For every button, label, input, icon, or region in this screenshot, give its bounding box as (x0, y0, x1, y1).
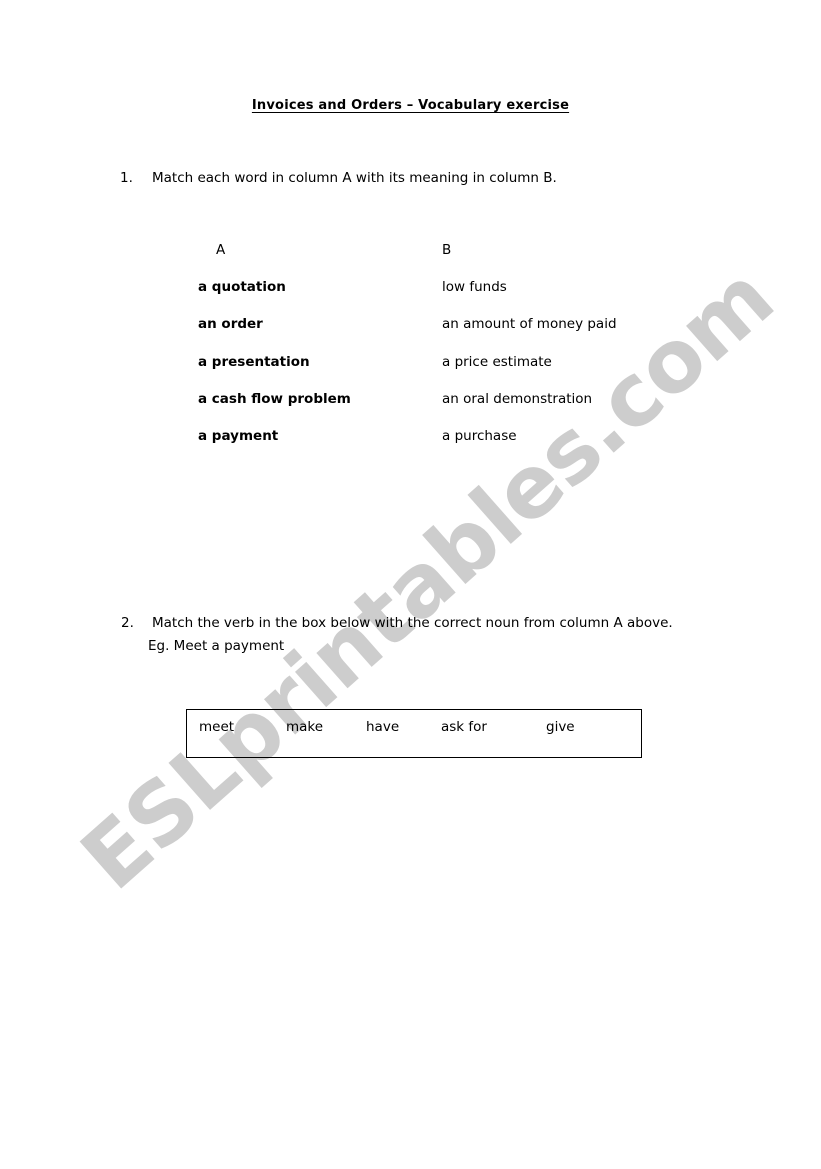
column-a-item: a cash flow problem (198, 391, 351, 407)
column-b-header: B (442, 242, 452, 258)
verb-item: ask for (441, 719, 487, 735)
column-a-item: an order (198, 316, 263, 332)
exercise-1-instruction-text: Match each word in column A with its mea… (152, 170, 557, 186)
exercise-2-instruction: 2. Match the verb in the box below with t… (121, 615, 673, 631)
column-b-item: a price estimate (442, 354, 552, 370)
verb-item: have (366, 719, 400, 735)
exercise-2-example: Eg. Meet a payment (148, 638, 285, 654)
column-a-header: A (216, 242, 226, 258)
column-b-item: an oral demonstration (442, 391, 593, 407)
column-b-item: low funds (442, 279, 507, 295)
column-a-item: a presentation (198, 354, 310, 370)
worksheet-page: ESLprintables.com Invoices and Orders – … (0, 0, 821, 1169)
exercise-2-number: 2. (121, 615, 134, 631)
page-title: Invoices and Orders – Vocabulary exercis… (0, 98, 821, 113)
verb-item: make (286, 719, 324, 735)
exercise-1-instruction: 1. Match each word in column A with its m… (120, 170, 557, 186)
exercise-2-instruction-text: Match the verb in the box below with the… (152, 615, 673, 631)
verb-item: give (546, 719, 575, 735)
column-a-item: a quotation (198, 279, 286, 295)
column-b-item: a purchase (442, 428, 517, 444)
column-b-item: an amount of money paid (442, 316, 617, 332)
column-a-item: a payment (198, 428, 279, 444)
exercise-1-number: 1. (120, 170, 133, 186)
page-title-text: Invoices and Orders – Vocabulary exercis… (251, 98, 570, 113)
verb-word-bank-box: meet make have ask for give (186, 709, 642, 758)
worksheet-content: Invoices and Orders – Vocabulary exercis… (0, 0, 821, 1169)
exercise-2-instruction-block: 2. Match the verb in the box below with t… (121, 615, 673, 654)
verb-item: meet (199, 719, 235, 735)
